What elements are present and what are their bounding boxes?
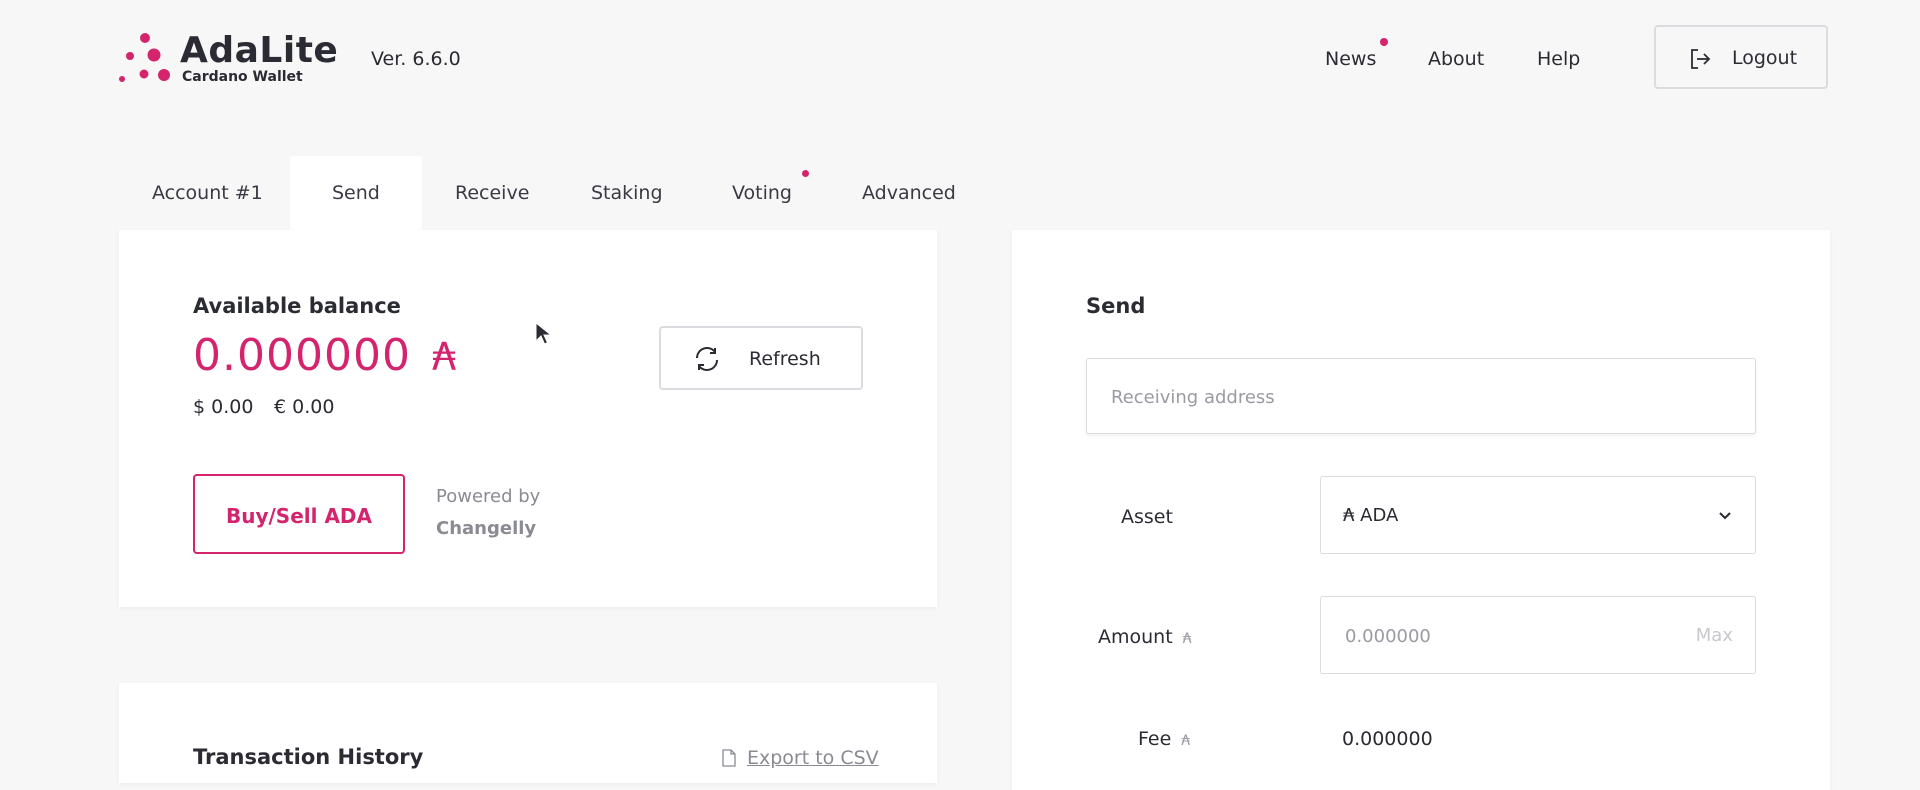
amount-input[interactable]	[1343, 597, 1667, 675]
balance-card: Available balance 0.000000 ₳ $ 0.00 € 0.…	[119, 230, 937, 607]
export-csv-link[interactable]: Export to CSV	[747, 747, 879, 769]
balance-heading: Available balance	[193, 294, 401, 318]
news-notification-dot	[1380, 38, 1388, 46]
changelly-label: Changelly	[436, 518, 537, 539]
mouse-cursor-icon	[535, 322, 551, 345]
header: AdaLite Cardano Wallet Ver. 6.6.0 News A…	[0, 0, 1920, 120]
transaction-history-card: Transaction History Export to CSV	[119, 683, 937, 783]
asset-label: Asset	[1121, 506, 1173, 528]
transaction-history-heading: Transaction History	[193, 745, 424, 769]
tab-label: Voting	[732, 182, 792, 204]
logout-label: Logout	[1732, 47, 1798, 69]
nav-help[interactable]: Help	[1537, 48, 1580, 70]
logo-subtitle: Cardano Wallet	[182, 69, 303, 85]
buy-sell-label: Buy/Sell ADA	[225, 504, 373, 528]
balance-eur: € 0.00	[274, 396, 335, 418]
version-label: Ver. 6.6.0	[371, 48, 461, 70]
logo-dots-icon	[119, 33, 170, 82]
receiving-address-input[interactable]	[1109, 359, 1733, 435]
asset-select[interactable]: ₳ ADA	[1320, 476, 1756, 554]
send-heading: Send	[1086, 294, 1146, 318]
logout-button[interactable]: Logout	[1654, 25, 1828, 89]
nav-about[interactable]: About	[1428, 48, 1484, 70]
logout-icon	[1691, 49, 1711, 69]
balance-value: 0.000000	[193, 330, 411, 381]
max-button[interactable]: Max	[1696, 625, 1733, 646]
tab-account[interactable]: Account #1	[120, 156, 290, 230]
fee-value: 0.000000	[1342, 728, 1433, 750]
amount-label: Amount ₳	[1098, 626, 1192, 648]
tab-voting[interactable]: Voting	[712, 156, 818, 230]
amount-field[interactable]: Max	[1320, 596, 1756, 675]
refresh-icon	[696, 347, 718, 371]
receiving-address-field[interactable]	[1086, 358, 1756, 435]
tab-label: Advanced	[862, 182, 956, 204]
tab-receive[interactable]: Receive	[434, 156, 550, 230]
tab-staking[interactable]: Staking	[570, 156, 682, 230]
tab-label: Account #1	[152, 182, 263, 204]
tab-send[interactable]: Send	[290, 156, 422, 230]
voting-notification-dot	[802, 170, 809, 177]
app-logo[interactable]: AdaLite Cardano Wallet	[118, 30, 338, 90]
ada-symbol: ₳	[431, 335, 458, 379]
ada-symbol: ₳	[1182, 631, 1192, 647]
balance-usd: $ 0.00	[193, 396, 254, 418]
tab-label: Receive	[455, 182, 530, 204]
refresh-label: Refresh	[749, 348, 821, 370]
tab-label: Send	[332, 182, 380, 204]
ada-symbol: ₳	[1181, 733, 1191, 749]
logo-title: AdaLite	[180, 30, 339, 71]
tab-label: Staking	[591, 182, 663, 204]
balance-amount: 0.000000 ₳	[193, 330, 457, 381]
buy-sell-ada-button[interactable]: Buy/Sell ADA	[193, 474, 405, 554]
powered-by-label: Powered by	[436, 486, 541, 507]
csv-icon	[722, 749, 736, 767]
amount-label-text: Amount	[1098, 626, 1173, 648]
fee-label: Fee ₳	[1138, 728, 1190, 750]
tab-advanced[interactable]: Advanced	[842, 156, 972, 230]
send-card: Send Asset ₳ ADA Amount ₳ Max Fee ₳ 0.0000…	[1012, 230, 1830, 790]
fee-label-text: Fee	[1138, 728, 1172, 750]
nav-news[interactable]: News	[1325, 48, 1376, 70]
asset-selected-value: ₳ ADA	[1343, 505, 1399, 526]
chevron-down-icon	[1719, 512, 1731, 520]
refresh-button[interactable]: Refresh	[659, 326, 863, 390]
